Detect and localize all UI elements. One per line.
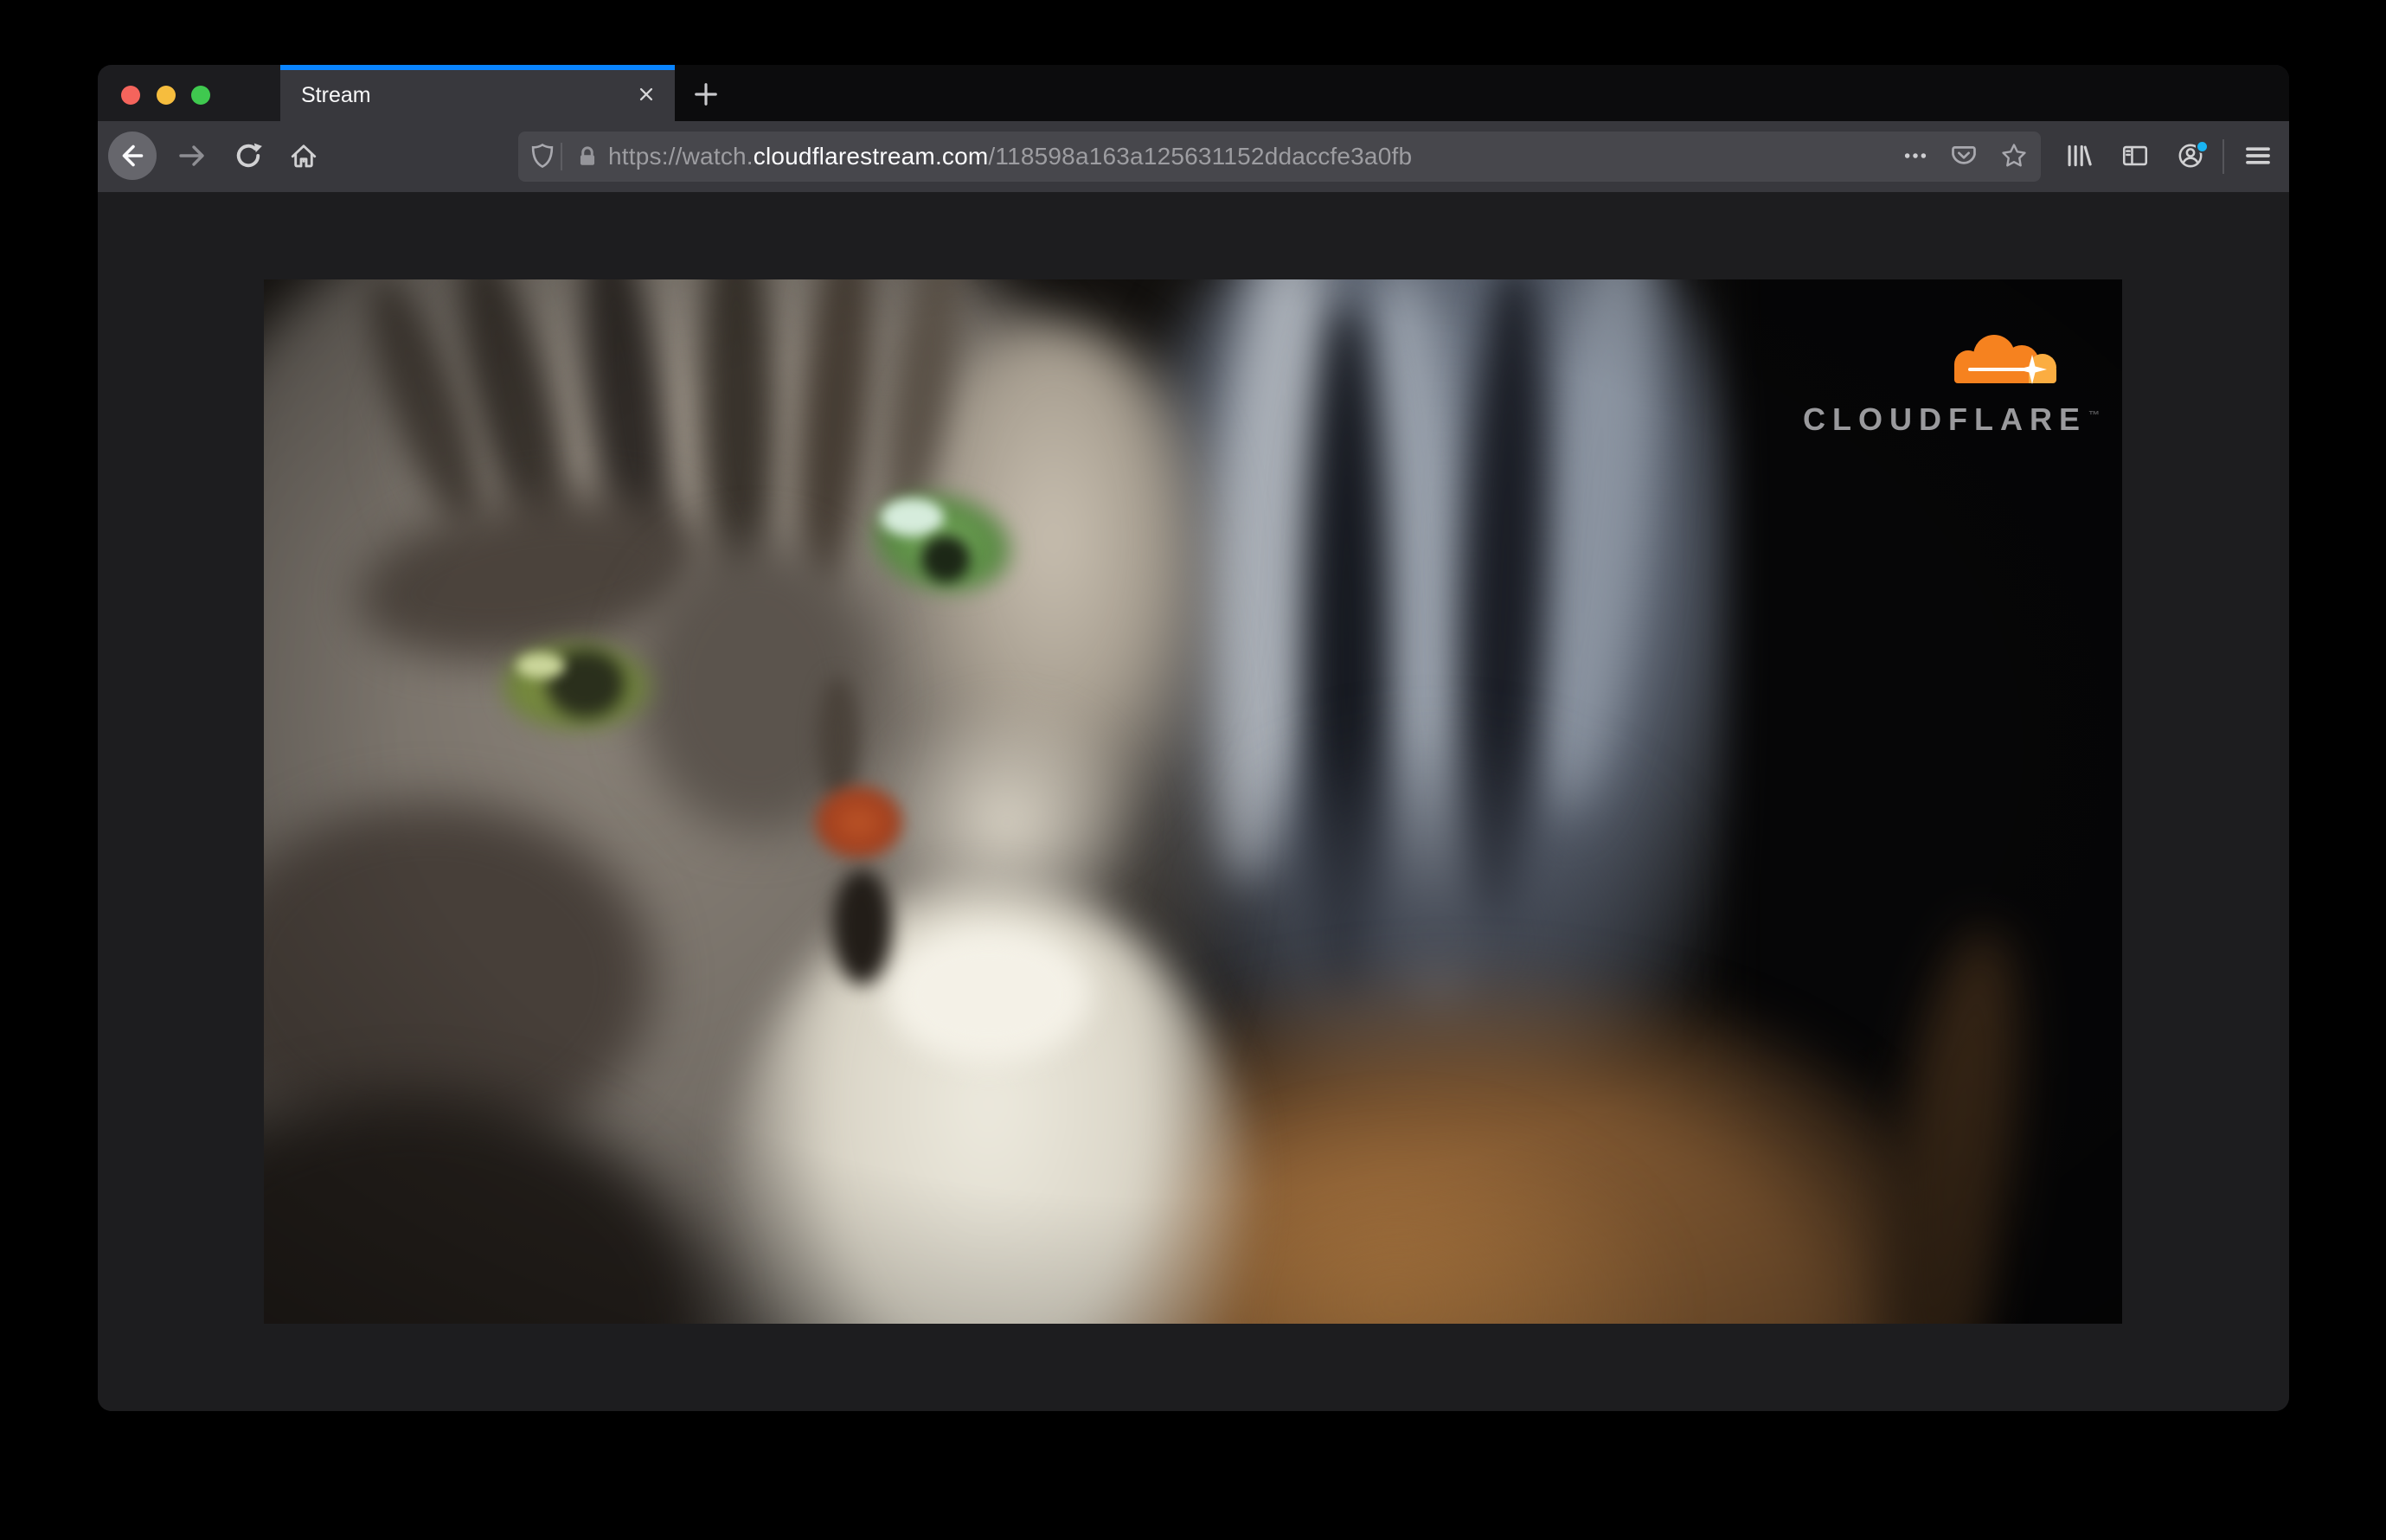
page-content: CLOUDFLARE ™ xyxy=(98,192,2289,1411)
back-arrow-icon xyxy=(108,131,157,183)
home-icon xyxy=(288,140,319,174)
minimize-window-button[interactable] xyxy=(157,86,176,105)
trademark-mark: ™ xyxy=(2088,408,2100,421)
url-path: /118598a163a125631152ddaccfe3a0fb xyxy=(988,143,1413,170)
save-to-pocket-button[interactable] xyxy=(1945,138,1983,176)
menu-button[interactable] xyxy=(2239,138,2277,176)
active-tab-indicator xyxy=(280,65,675,70)
cloudflare-logo: CLOUDFLARE ™ xyxy=(1803,328,2100,438)
tab-title: Stream xyxy=(301,83,371,107)
ellipsis-icon xyxy=(1902,143,1928,171)
account-notification-dot xyxy=(2196,140,2209,153)
account-button[interactable] xyxy=(2171,138,2210,176)
bookmark-button[interactable] xyxy=(1995,138,2033,176)
cloudflare-wordmark: CLOUDFLARE ™ xyxy=(1803,401,2100,437)
browser-window: Stream https://watch.cloudflarestream.co… xyxy=(98,65,2289,1411)
url-bar[interactable]: https://watch.cloudflarestream.com/11859… xyxy=(518,132,2041,182)
toolbar-divider xyxy=(2222,139,2224,174)
tab-stream[interactable]: Stream xyxy=(280,65,675,121)
url-text[interactable]: https://watch.cloudflarestream.com/11859… xyxy=(608,132,1412,182)
close-window-button[interactable] xyxy=(121,86,140,105)
sidebar-button[interactable] xyxy=(2116,138,2154,176)
reload-icon xyxy=(233,140,264,174)
star-icon xyxy=(2000,142,2028,172)
traffic-light-zone xyxy=(98,65,280,121)
sidebar-icon xyxy=(2120,141,2150,173)
tracking-protection-button[interactable] xyxy=(523,138,561,176)
navigation-toolbar: https://watch.cloudflarestream.com/11859… xyxy=(98,121,2289,192)
url-domain: cloudflarestream.com xyxy=(753,143,989,170)
video-player[interactable]: CLOUDFLARE ™ xyxy=(264,279,2122,1324)
window-titlebar: Stream xyxy=(98,65,2289,121)
reload-button[interactable] xyxy=(229,138,267,176)
new-tab-button[interactable] xyxy=(687,76,725,114)
library-button[interactable] xyxy=(2059,138,2097,176)
close-icon xyxy=(635,83,657,108)
lock-icon xyxy=(570,138,605,176)
forward-button[interactable] xyxy=(172,138,210,176)
plus-icon xyxy=(690,79,722,112)
home-button[interactable] xyxy=(285,138,323,176)
cloudflare-cloud-icon xyxy=(1935,328,2074,398)
desktop-background: Stream https://watch.cloudflarestream.co… xyxy=(0,0,2386,1540)
shield-icon xyxy=(529,143,555,171)
back-button[interactable] xyxy=(108,131,157,183)
pocket-icon xyxy=(1950,142,1978,172)
page-actions-button[interactable] xyxy=(1896,138,1934,176)
urlbar-divider xyxy=(561,143,562,170)
forward-arrow-icon xyxy=(172,137,210,177)
zoom-window-button[interactable] xyxy=(191,86,210,105)
library-icon xyxy=(2063,141,2093,173)
hamburger-icon xyxy=(2243,141,2273,173)
url-scheme-subdomain: https://watch. xyxy=(608,143,754,170)
tab-close-button[interactable] xyxy=(630,80,663,112)
